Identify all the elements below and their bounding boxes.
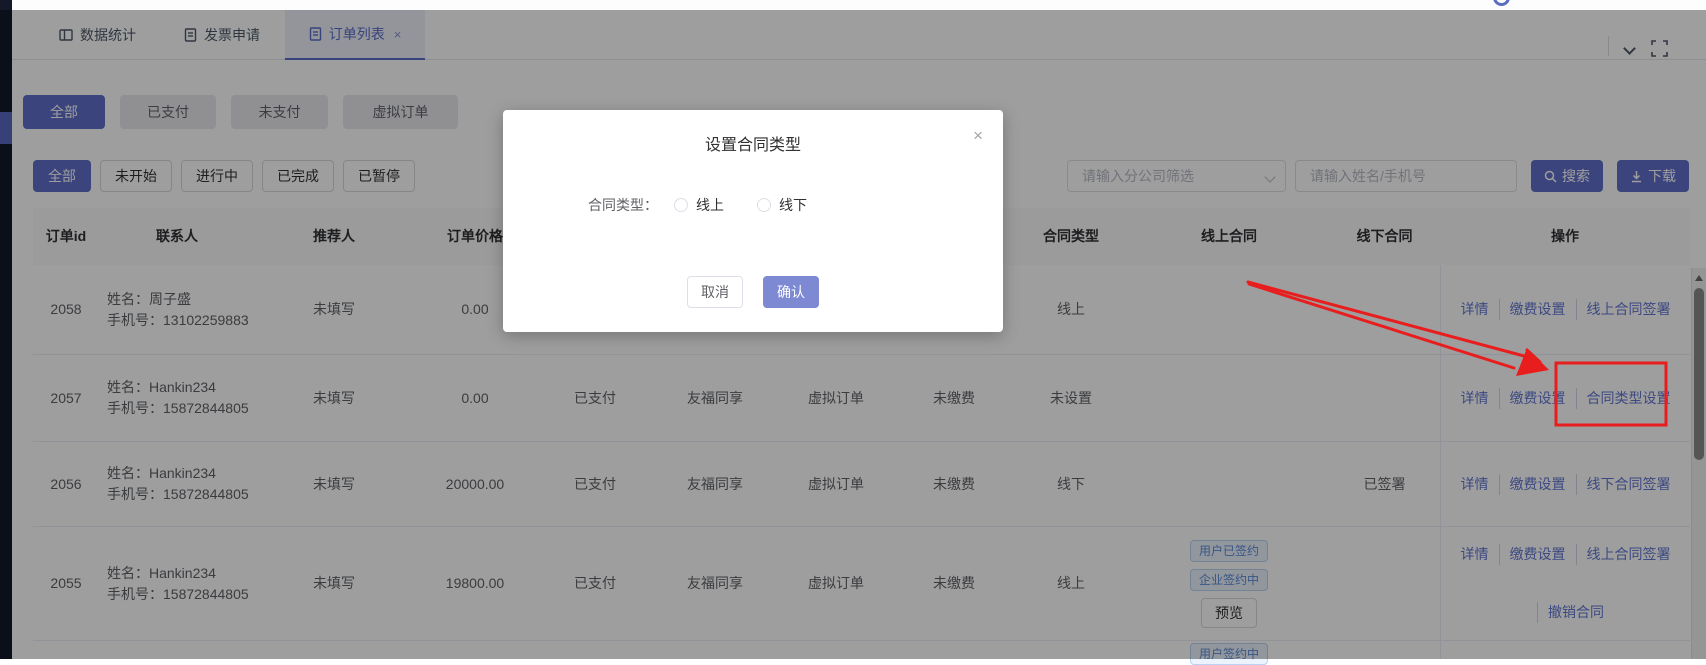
dialog-footer: 取消 确认 [503, 276, 1003, 308]
set-contract-type-dialog: 设置合同类型 × 合同类型： 线上 线下 取消 确认 [503, 110, 1003, 332]
contract-type-radio-group: 线上 线下 [674, 195, 807, 215]
radio-circle-icon[interactable] [757, 198, 771, 212]
radio-circle-icon[interactable] [674, 198, 688, 212]
radio-offline-label: 线下 [779, 195, 807, 215]
confirm-button[interactable]: 确认 [763, 276, 819, 308]
modal-mask [0, 10, 1706, 659]
cancel-button[interactable]: 取消 [687, 276, 743, 308]
dialog-close-icon[interactable]: × [973, 126, 983, 146]
dialog-title: 设置合同类型 [503, 131, 1003, 155]
contract-type-field: 合同类型： 线上 线下 [503, 195, 1003, 215]
top-strip [12, 0, 1706, 10]
topbar-avatar-icon [1493, 0, 1510, 6]
radio-offline[interactable]: 线下 [757, 195, 807, 215]
radio-online-label: 线上 [696, 195, 724, 215]
contract-type-label: 合同类型： [503, 195, 658, 215]
radio-online[interactable]: 线上 [674, 195, 724, 215]
